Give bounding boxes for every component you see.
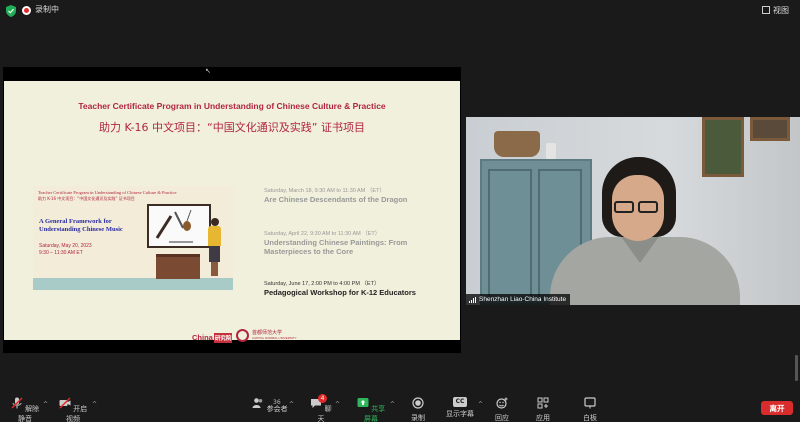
chevron-up-icon[interactable]: ^ (92, 401, 97, 408)
event-date: Saturday, March 18, 9:30 AM to 11:30 AM … (264, 188, 385, 194)
apps-button[interactable]: 应用 (533, 397, 553, 422)
leave-meeting-button[interactable]: 离开 (761, 401, 793, 415)
record-button[interactable]: 录制 (408, 397, 428, 422)
record-dot-icon[interactable] (22, 6, 31, 15)
participant-name: Shenzhan Liao-China Institute (479, 296, 567, 303)
view-button-label: 视图 (773, 5, 789, 15)
poster-desk (156, 254, 200, 279)
china-institute-logo-badge: 研究院 (213, 333, 233, 343)
event-date: Saturday, June 17, 2:00 PM to 4:00 PM （E… (264, 281, 380, 287)
jar (546, 143, 556, 159)
captions-button[interactable]: CC 显示字幕 ^ (445, 397, 483, 419)
captions-label: 显示字幕 (446, 410, 474, 418)
slide-subtitle: 助力 K-16 中文项目：“中国文化通识及实践” 证书项目 (99, 121, 365, 134)
university-name: 首都师范大学 (252, 330, 283, 336)
participants-icon (252, 398, 263, 408)
poster-floor (33, 278, 233, 290)
apps-label: 应用 (536, 414, 550, 422)
video-camera-off-icon (59, 397, 71, 409)
cabinet-door (488, 169, 532, 301)
reactions-button[interactable]: 回应 (492, 397, 512, 422)
grid-view-icon (762, 6, 770, 14)
poster-blackboard (147, 204, 211, 248)
slide-title: Teacher Certificate Program in Understan… (78, 101, 386, 111)
unmute-button[interactable]: 解除静音 ^ (10, 397, 48, 422)
whiteboard-icon (584, 397, 596, 409)
poster-teacher (211, 218, 219, 226)
capital-normal-university-logo: 首都师范大学 CAPITAL NORMAL UNIVERSITY (236, 329, 297, 343)
chevron-up-icon[interactable]: ^ (478, 401, 483, 408)
basket (494, 131, 540, 157)
recording-status-label[interactable]: 录制中 (35, 4, 59, 15)
event-title: Pedagogical Workshop for K-12 Educators (264, 288, 416, 297)
event-title: Understanding Chinese Paintings: From Ma… (264, 238, 408, 256)
participants-count: 36 (273, 399, 281, 406)
chevron-up-icon[interactable]: ^ (43, 401, 48, 408)
instruments-illustration (155, 209, 193, 243)
closed-captions-icon: CC (453, 397, 467, 407)
event-item: Saturday, March 18, 9:30 AM to 11:30 AM … (264, 186, 454, 204)
university-name-en: CAPITAL NORMAL UNIVERSITY (252, 336, 297, 340)
record-icon (412, 397, 424, 409)
meeting-toolbar: 解除静音 ^ 开启视频 ^ 36 参会者 ^ 4 聊天 ^ 共享屏幕 ^ 录制 … (0, 394, 800, 422)
reactions-label: 回应 (495, 414, 509, 422)
chevron-up-icon[interactable]: ^ (390, 401, 395, 408)
participants-label: 参会者 (266, 405, 288, 413)
share-screen-button[interactable]: 共享屏幕 ^ (355, 397, 395, 422)
wall-painting (750, 117, 790, 141)
chevron-up-icon[interactable]: ^ (335, 401, 340, 408)
wall-painting (702, 117, 744, 177)
top-bar: 录制中 视图 (0, 0, 800, 22)
side-scroll-handle[interactable] (795, 355, 798, 381)
event-title: Are Chinese Descendants of the Dragon (264, 195, 408, 204)
emoji-plus-icon (496, 397, 508, 409)
view-button[interactable]: 视图 (759, 3, 792, 17)
poster-program-title: Teacher Certificate Program in Understan… (38, 190, 177, 195)
chat-unread-badge: 4 (318, 394, 327, 403)
participant-name-tag: Shenzhan Liao-China Institute (466, 294, 571, 305)
microphone-muted-icon (11, 397, 23, 409)
china-institute-logo-text: China (192, 333, 213, 342)
poster-program-subtitle: 助力 K-16 中文项目：“中国文化通识及实践” 证书项目 (38, 196, 135, 201)
poster-date: Saturday, May 20, 2023 (39, 243, 92, 249)
start-video-button[interactable]: 开启视频 ^ (57, 397, 97, 422)
chat-button[interactable]: 4 聊天 ^ (310, 394, 340, 422)
china-institute-logo: China 研究院 (192, 333, 233, 343)
poster-heading: A General Framework for Understanding Ch… (39, 218, 123, 233)
poster-teacher-body (208, 226, 221, 246)
whiteboard-button[interactable]: 白板 (580, 397, 600, 422)
poster-time: 9:30 – 11:30 AM ET (39, 250, 83, 256)
poster-teacher-legs (211, 262, 218, 276)
shared-screen: ↖ Teacher Certificate Program in Underst… (3, 67, 461, 405)
event-item: Saturday, April 22, 9:30 AM to 11:30 AM … (264, 229, 454, 256)
participant-video[interactable]: Shenzhan Liao-China Institute (466, 117, 800, 305)
event-date: Saturday, April 22, 9:30 AM to 11:30 AM … (264, 231, 381, 237)
record-label: 录制 (411, 414, 425, 422)
speaker-glasses (612, 201, 664, 215)
poster-teacher-skirt (209, 246, 220, 262)
shield-check-icon[interactable] (6, 5, 16, 17)
apps-icon (537, 397, 549, 409)
participants-button[interactable]: 36 参会者 ^ (252, 397, 294, 414)
share-screen-icon (357, 398, 369, 407)
university-seal-icon (236, 329, 249, 342)
event-item-current: Saturday, June 17, 2:00 PM to 4:00 PM （E… (264, 279, 454, 297)
chevron-up-icon[interactable]: ^ (289, 401, 294, 408)
mouse-cursor-icon: ↖ (205, 68, 211, 75)
signal-strength-icon (469, 296, 476, 303)
presentation-slide: Teacher Certificate Program in Understan… (4, 81, 460, 343)
event-poster: Teacher Certificate Program in Understan… (33, 186, 233, 290)
whiteboard-label: 白板 (583, 414, 597, 422)
